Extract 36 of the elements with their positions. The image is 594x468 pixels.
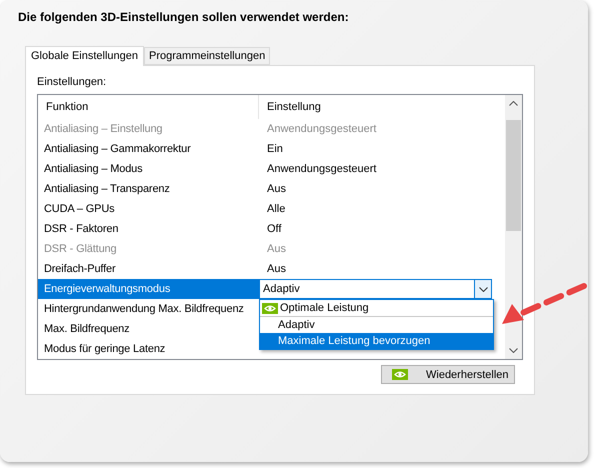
setting-name[interactable]: Antialiasing – Gammakorrektur	[38, 139, 259, 159]
scrollbar-thumb[interactable]	[506, 120, 521, 231]
dropdown-field[interactable]: Adaptiv	[259, 279, 492, 299]
setting-value: Off	[266, 223, 282, 235]
dropdown-option[interactable]: Maximale Leistung bevorzugen	[260, 333, 493, 349]
setting-name[interactable]: DSR - Faktoren	[38, 219, 259, 239]
scrollbar[interactable]	[505, 95, 522, 359]
setting-name[interactable]: Modus für geringe Latenz	[38, 339, 259, 359]
tab[interactable]: Globale Einstellungen	[25, 46, 144, 66]
section-title: Die folgenden 3D-Einstellungen sollen verwendet werden:	[18, 10, 350, 24]
setting-name[interactable]: Energieverwaltungsmodus	[38, 279, 259, 299]
setting-value: Anwendungsgesteuert	[266, 163, 378, 175]
chevron-down-icon	[478, 286, 488, 292]
settings-label: Einstellungen:	[37, 76, 108, 88]
column-header[interactable]: Funktion	[38, 95, 259, 119]
setting-name[interactable]: Hintergrundanwendung Max. Bildfrequenz	[38, 299, 259, 319]
setting-value: Aus	[266, 183, 287, 195]
chevron-down-icon	[509, 348, 518, 353]
setting-name[interactable]: Dreifach-Puffer	[38, 259, 259, 279]
setting-name[interactable]: Antialiasing – Modus	[38, 159, 259, 179]
nvidia-eye-icon	[262, 302, 278, 314]
setting-name[interactable]: CUDA – GPUs	[38, 199, 259, 219]
setting-value: Ein	[266, 143, 284, 155]
restore-button[interactable]: Wiederherstellen	[381, 365, 515, 384]
setting-value: Alle	[266, 203, 286, 215]
nvidia-eye-icon	[392, 369, 408, 380]
setting-value: Aus	[266, 263, 287, 275]
setting-value: Aus	[266, 243, 287, 255]
setting-name[interactable]: Antialiasing – Transparenz	[38, 179, 259, 199]
setting-value: Anwendungsgesteuert	[266, 123, 378, 135]
dropdown-option[interactable]: Adaptiv	[260, 317, 493, 333]
dropdown-option[interactable]: Optimale Leistung	[260, 300, 493, 317]
column-header[interactable]: Einstellung	[259, 95, 496, 119]
setting-name[interactable]: Max. Bildfrequenz	[38, 319, 259, 339]
tab[interactable]: Programmeinstellungen	[144, 47, 270, 65]
chevron-up-icon	[509, 101, 518, 106]
